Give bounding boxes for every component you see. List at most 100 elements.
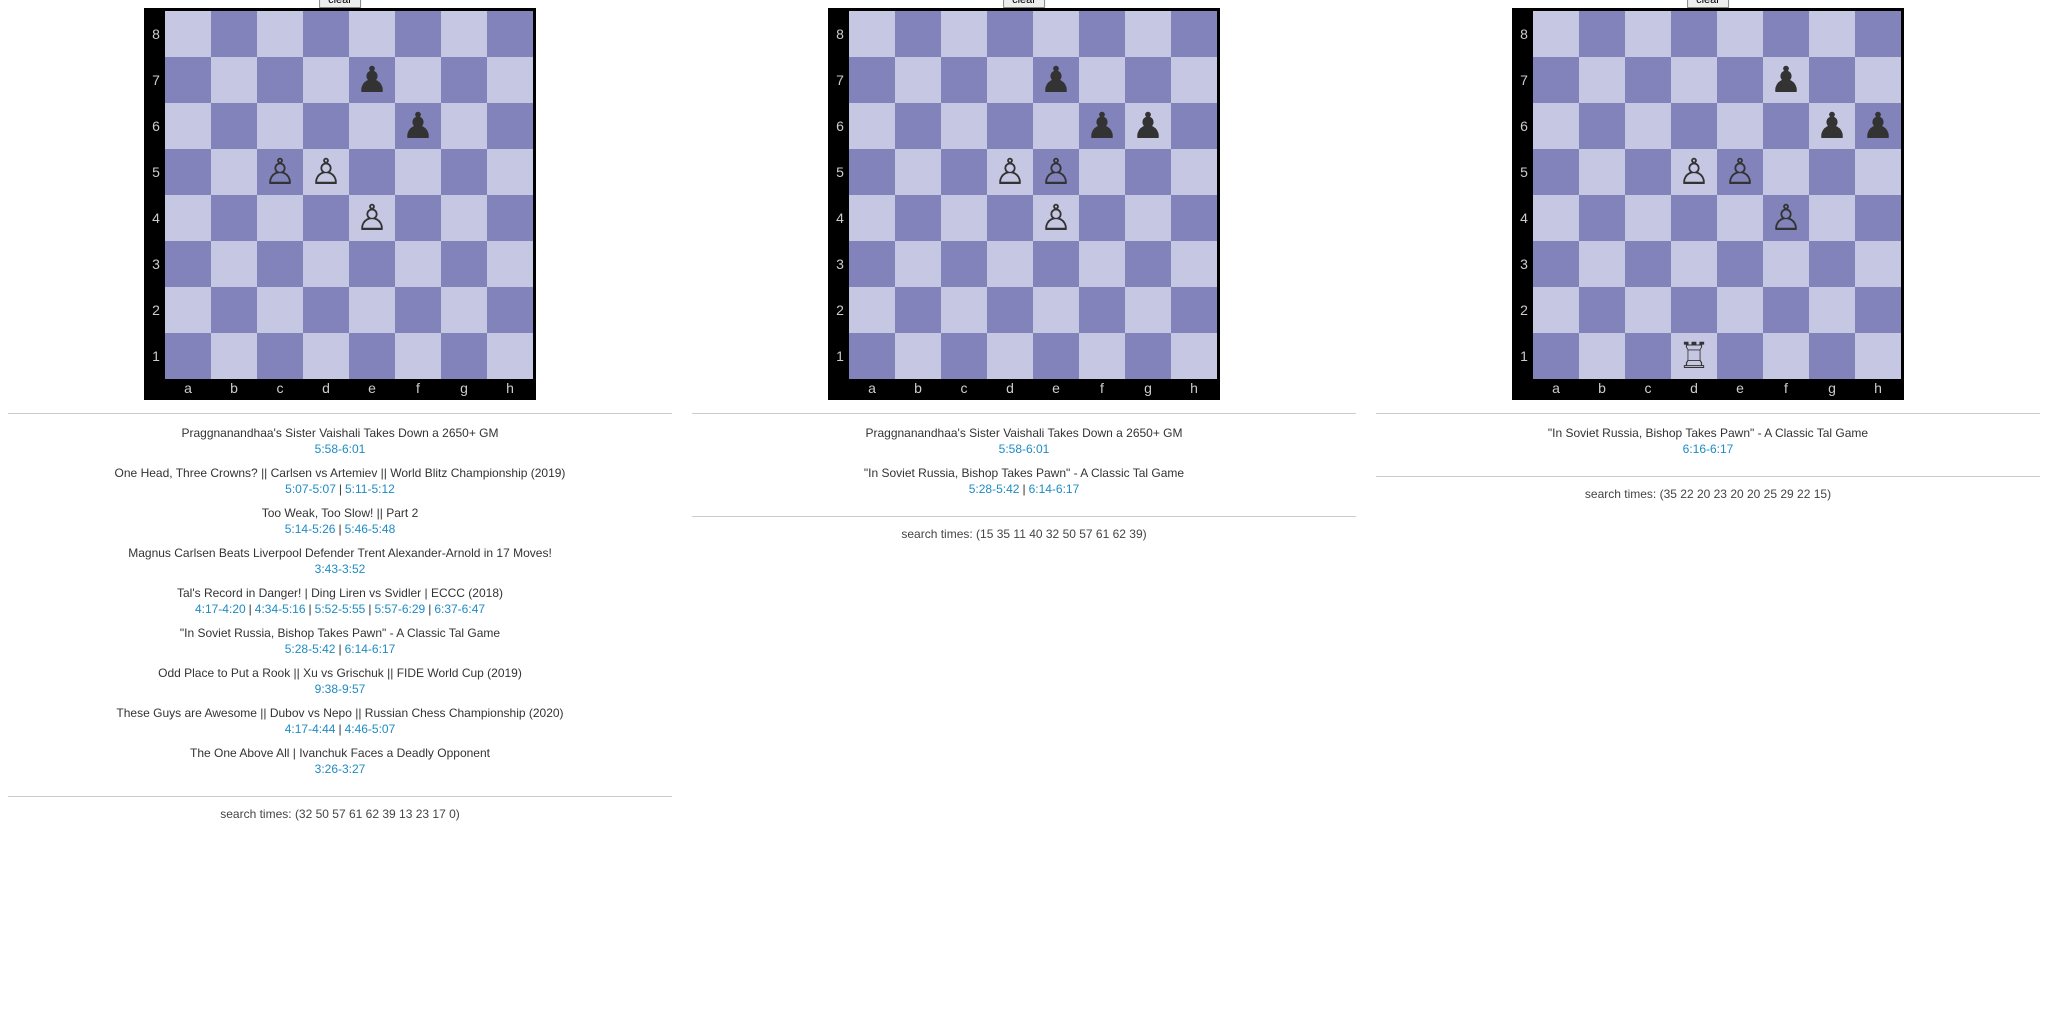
board-square[interactable] <box>395 241 441 287</box>
board-square[interactable] <box>1079 149 1125 195</box>
board-square[interactable] <box>1763 241 1809 287</box>
board-square[interactable] <box>211 11 257 57</box>
chess-piece[interactable]: ♙ <box>356 197 388 238</box>
time-link[interactable]: 3:26-3:27 <box>315 762 366 776</box>
board-square[interactable]: ♟ <box>395 103 441 149</box>
board-square[interactable] <box>1671 57 1717 103</box>
board-square[interactable] <box>211 103 257 149</box>
time-link[interactable]: 5:46-5:48 <box>345 522 396 536</box>
board-square[interactable] <box>1125 57 1171 103</box>
board-square[interactable] <box>441 333 487 379</box>
chess-piece[interactable]: ♙ <box>310 151 342 192</box>
board-square[interactable] <box>487 287 533 333</box>
board-square[interactable] <box>165 287 211 333</box>
board-square[interactable] <box>1763 333 1809 379</box>
board-square[interactable] <box>987 287 1033 333</box>
board-square[interactable] <box>257 241 303 287</box>
board-square[interactable] <box>941 11 987 57</box>
board-square[interactable] <box>1125 241 1171 287</box>
board-square[interactable] <box>1625 11 1671 57</box>
board-square[interactable] <box>395 57 441 103</box>
time-link[interactable]: 6:14-6:17 <box>345 642 396 656</box>
board-square[interactable] <box>1855 57 1901 103</box>
board-square[interactable] <box>257 103 303 149</box>
chess-piece[interactable]: ♟ <box>1086 105 1118 146</box>
board-square[interactable] <box>1171 195 1217 241</box>
board-square[interactable] <box>1533 241 1579 287</box>
board-square[interactable] <box>1079 57 1125 103</box>
board-square[interactable]: ♙ <box>1033 195 1079 241</box>
board-square[interactable] <box>303 333 349 379</box>
board-square[interactable] <box>987 195 1033 241</box>
board-square[interactable] <box>1855 11 1901 57</box>
board-square[interactable] <box>1809 57 1855 103</box>
chess-piece[interactable]: ♟ <box>1040 59 1072 100</box>
board-square[interactable] <box>165 333 211 379</box>
board-square[interactable] <box>1855 333 1901 379</box>
board-square[interactable] <box>1579 241 1625 287</box>
board-square[interactable] <box>1671 11 1717 57</box>
time-link[interactable]: 4:17-4:44 <box>285 722 336 736</box>
board-square[interactable] <box>849 333 895 379</box>
clear-button[interactable]: clear <box>1687 0 1729 8</box>
board-square[interactable] <box>441 195 487 241</box>
board-square[interactable] <box>211 57 257 103</box>
time-link[interactable]: 3:43-3:52 <box>315 562 366 576</box>
board-square[interactable] <box>895 57 941 103</box>
board-square[interactable] <box>165 149 211 195</box>
board-square[interactable] <box>257 11 303 57</box>
board-square[interactable]: ♙ <box>1033 149 1079 195</box>
board-square[interactable] <box>987 333 1033 379</box>
board-square[interactable] <box>1125 149 1171 195</box>
board-square[interactable] <box>895 241 941 287</box>
board-square[interactable] <box>1855 195 1901 241</box>
board-square[interactable] <box>1763 11 1809 57</box>
board-square[interactable] <box>349 241 395 287</box>
clear-button[interactable]: clear <box>1003 0 1045 8</box>
board-square[interactable] <box>1717 57 1763 103</box>
chess-piece[interactable]: ♙ <box>264 151 296 192</box>
board-square[interactable]: ♙ <box>1717 149 1763 195</box>
board-square[interactable] <box>211 149 257 195</box>
time-link[interactable]: 4:17-4:20 <box>195 602 246 616</box>
board-square[interactable] <box>895 11 941 57</box>
board-square[interactable] <box>1125 287 1171 333</box>
board-square[interactable] <box>1763 103 1809 149</box>
board-square[interactable] <box>303 241 349 287</box>
board-square[interactable] <box>1625 287 1671 333</box>
board-square[interactable] <box>1763 287 1809 333</box>
board-square[interactable] <box>1171 11 1217 57</box>
board-square[interactable] <box>349 333 395 379</box>
board-square[interactable] <box>849 11 895 57</box>
time-link[interactable]: 6:16-6:17 <box>1683 442 1734 456</box>
board-square[interactable] <box>1625 241 1671 287</box>
board-square[interactable] <box>849 149 895 195</box>
time-link[interactable]: 5:07-5:07 <box>285 482 336 496</box>
board-square[interactable] <box>441 11 487 57</box>
board-square[interactable] <box>941 103 987 149</box>
board-square[interactable] <box>487 241 533 287</box>
board-square[interactable]: ♙ <box>349 195 395 241</box>
board-square[interactable] <box>1625 195 1671 241</box>
board-square[interactable] <box>1809 333 1855 379</box>
board-square[interactable] <box>395 287 441 333</box>
board-square[interactable] <box>1855 287 1901 333</box>
board-square[interactable] <box>1079 287 1125 333</box>
board-square[interactable] <box>487 11 533 57</box>
board-square[interactable] <box>1717 103 1763 149</box>
board-square[interactable] <box>1033 103 1079 149</box>
chess-piece[interactable]: ♖ <box>1678 335 1710 376</box>
board-square[interactable] <box>1579 57 1625 103</box>
chess-piece[interactable]: ♙ <box>1040 197 1072 238</box>
board-square[interactable] <box>487 195 533 241</box>
chess-piece[interactable]: ♙ <box>1040 151 1072 192</box>
board-square[interactable] <box>895 149 941 195</box>
board-square[interactable] <box>211 333 257 379</box>
chess-board[interactable]: 87♟6♟♟5♙♙4♙321♖abcdefgh <box>1515 11 1901 397</box>
board-square[interactable] <box>441 241 487 287</box>
board-square[interactable] <box>1033 11 1079 57</box>
board-square[interactable] <box>849 103 895 149</box>
board-square[interactable] <box>1533 57 1579 103</box>
board-square[interactable] <box>257 287 303 333</box>
board-square[interactable] <box>1717 333 1763 379</box>
